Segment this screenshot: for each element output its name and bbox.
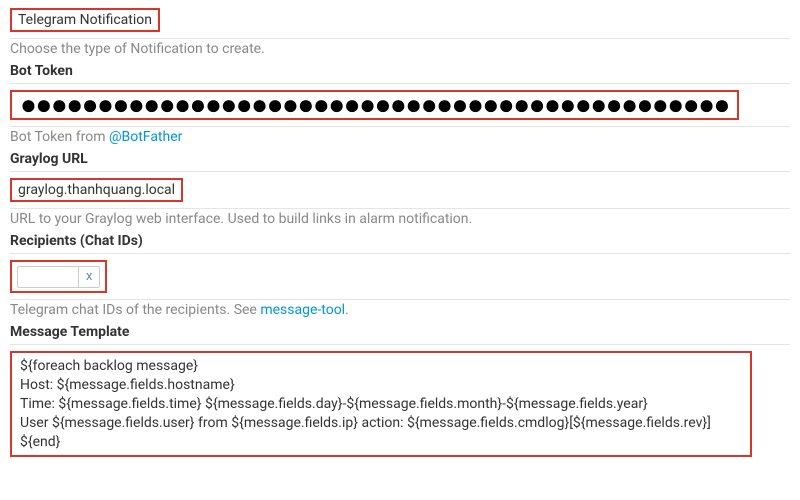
- message-template-row: ${foreach backlog message} Host: ${messa…: [10, 344, 790, 457]
- message-template-field: Message Template ${foreach backlog messa…: [10, 324, 790, 457]
- notification-type-help: Choose the type of Notification to creat…: [10, 41, 790, 57]
- graylog-url-field: Graylog URL graylog.thanhquang.local URL…: [10, 151, 790, 227]
- recipients-field: Recipients (Chat IDs) x Telegram chat ID…: [10, 233, 790, 318]
- recipients-input[interactable]: x: [10, 260, 107, 293]
- bot-token-help-prefix: Bot Token from: [10, 129, 109, 145]
- recipients-help-suffix: .: [345, 302, 349, 318]
- message-tool-link[interactable]: message-tool: [260, 302, 345, 318]
- notification-type-row: Telegram Notification: [10, 8, 790, 39]
- notification-type-select[interactable]: Telegram Notification: [10, 8, 160, 32]
- recipients-label: Recipients (Chat IDs): [10, 233, 790, 249]
- message-template-label: Message Template: [10, 324, 790, 340]
- graylog-url-label: Graylog URL: [10, 151, 790, 167]
- bot-token-input[interactable]: ●●●●●●●●●●●●●●●●●●●●●●●●●●●●●●●●●●●●●●●●…: [10, 90, 739, 120]
- bot-token-label: Bot Token: [10, 63, 790, 79]
- graylog-url-input[interactable]: graylog.thanhquang.local: [10, 178, 183, 202]
- recipients-help: Telegram chat IDs of the recipients. See…: [10, 302, 790, 318]
- recipient-tag: x: [17, 266, 100, 288]
- notification-type-field: Telegram Notification Choose the type of…: [10, 8, 790, 57]
- recipients-help-prefix: Telegram chat IDs of the recipients. See: [10, 302, 260, 318]
- recipients-row: x: [10, 253, 790, 300]
- graylog-url-row: graylog.thanhquang.local: [10, 171, 790, 209]
- close-icon[interactable]: x: [78, 267, 99, 287]
- botfather-link[interactable]: @BotFather: [109, 129, 182, 145]
- bot-token-help: Bot Token from @BotFather: [10, 129, 790, 145]
- message-template-textarea[interactable]: ${foreach backlog message} Host: ${messa…: [10, 351, 752, 457]
- bot-token-row: ●●●●●●●●●●●●●●●●●●●●●●●●●●●●●●●●●●●●●●●●…: [10, 83, 790, 127]
- graylog-url-help: URL to your Graylog web interface. Used …: [10, 211, 790, 227]
- bot-token-field: Bot Token ●●●●●●●●●●●●●●●●●●●●●●●●●●●●●●…: [10, 63, 790, 145]
